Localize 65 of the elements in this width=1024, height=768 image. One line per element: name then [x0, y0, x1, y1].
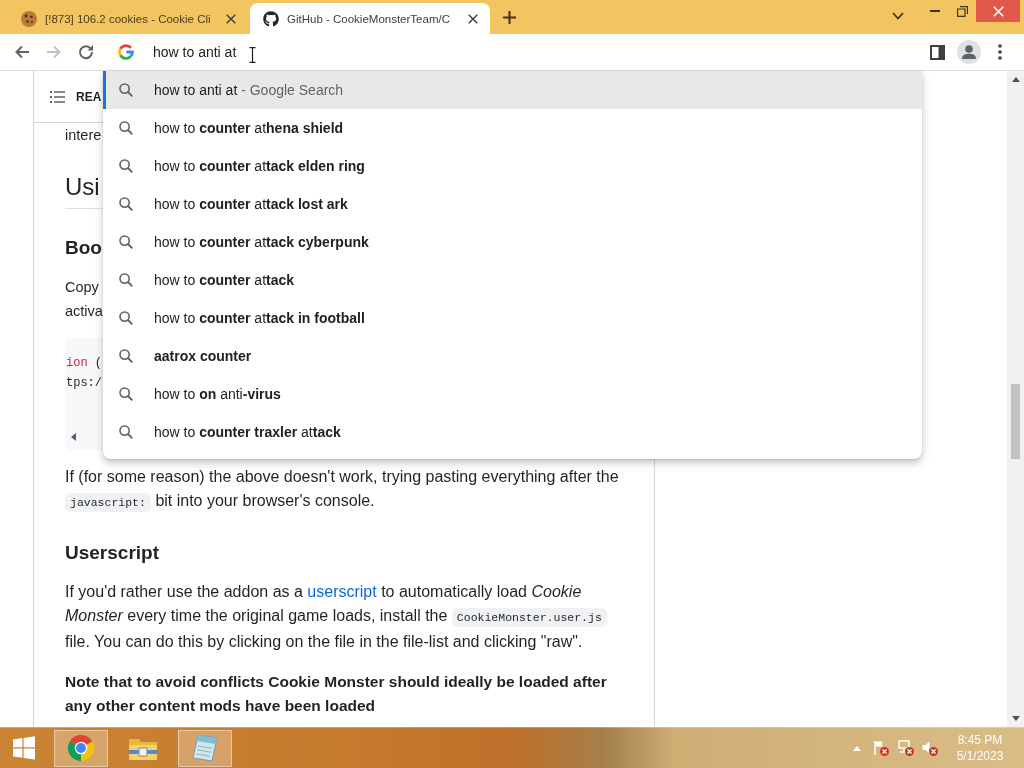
github-logo-icon — [263, 10, 279, 27]
suggestion-item[interactable]: how to counter attack cyberpunk — [103, 223, 922, 261]
suggestion-item[interactable]: how to counter attack lost ark — [103, 185, 922, 223]
suggestion-item[interactable]: how to counter attack in football — [103, 299, 922, 337]
code-line: tps:/ — [66, 375, 102, 392]
menu-icon[interactable] — [997, 44, 1002, 60]
scrollbar[interactable] — [1007, 71, 1024, 727]
browser-tab[interactable]: [!873] 106.2 cookies - Cookie Cli — [8, 3, 248, 34]
close-icon — [992, 5, 1004, 17]
search-icon — [119, 235, 133, 249]
speaker-muted-icon[interactable] — [922, 740, 938, 756]
search-icon — [119, 387, 133, 401]
suggestion-item[interactable]: how to counter attack elden ring — [103, 147, 922, 185]
paragraph-text: Copy activa — [65, 278, 103, 321]
close-window-button[interactable] — [976, 0, 1020, 22]
search-icon — [119, 121, 133, 135]
scrollbar-thumb[interactable] — [1011, 384, 1020, 459]
chrome-icon — [68, 735, 94, 761]
search-icon — [119, 197, 133, 211]
search-icon — [119, 349, 133, 363]
profile-avatar-icon[interactable] — [956, 40, 981, 64]
inline-link[interactable]: userscript — [307, 583, 377, 600]
suggestion-item[interactable]: aatrox counter — [103, 337, 922, 375]
clock-date: 5/1/2023 — [956, 748, 1004, 764]
google-g-icon — [118, 44, 134, 60]
clock-time: 8:45 PM — [957, 732, 1003, 748]
reload-icon[interactable] — [78, 44, 94, 60]
suggestion-item[interactable]: how to on anti-virus — [103, 375, 922, 413]
suggestion-item[interactable]: how to counter traxler attack — [103, 413, 922, 451]
search-icon — [119, 425, 133, 439]
paragraph-text: If you'd rather use the addon as a userscript to automatically load Cookie Monster every time the original game loads, install the CookieMonster.user.js file. You can do this by clicking on the file in the file-list and clicking "raw". — [65, 580, 626, 654]
back-icon[interactable] — [14, 44, 30, 60]
chevron-down-icon[interactable] — [892, 12, 904, 20]
readme-title: REA — [76, 89, 102, 104]
taskbar-app-button[interactable] — [54, 729, 108, 767]
network-warning-icon[interactable] — [898, 740, 914, 756]
suggestion-item[interactable]: how to counter attack — [103, 261, 922, 299]
plus-icon[interactable] — [503, 10, 516, 24]
scroll-down-icon[interactable] — [1011, 716, 1020, 721]
paragraph-text: If (for some reason) the above doesn't work, trying pasting everything after the javascript: bit into your browser's console. — [65, 465, 626, 515]
search-icon — [119, 83, 133, 97]
code-line: ion ( — [66, 355, 102, 372]
flag-warning-icon[interactable] — [873, 740, 889, 756]
section-heading: Userscript — [65, 541, 159, 565]
search-icon — [119, 311, 133, 325]
side-panel-icon[interactable] — [930, 44, 945, 60]
document-icon — [192, 734, 218, 762]
cookie-icon — [21, 10, 37, 27]
search-icon — [119, 159, 133, 173]
suggestion-item[interactable]: how to counter athena shield — [103, 109, 922, 147]
text-cursor-icon — [249, 47, 256, 63]
section-heading: Usi — [65, 172, 100, 202]
scroll-up-icon[interactable] — [1011, 77, 1020, 82]
note-text: Note that to avoid conflicts Cookie Monster should ideally be loaded after any other content mods have been loaded — [65, 672, 608, 716]
search-icon — [119, 273, 133, 287]
paragraph-text: intere — [65, 126, 102, 145]
list-icon[interactable] — [50, 90, 65, 103]
suggestion-item[interactable]: how to anti at - Google Search — [103, 71, 922, 109]
scroll-left-arrow-icon[interactable] — [71, 433, 76, 441]
close-icon[interactable] — [226, 13, 236, 24]
close-icon[interactable] — [468, 13, 478, 24]
subsection-heading: Boo — [65, 236, 102, 260]
browser-tab[interactable]: GitHub - CookieMonsterTeam/C — [250, 3, 490, 34]
windows-logo-icon[interactable] — [13, 736, 35, 760]
restore-icon[interactable] — [956, 5, 968, 17]
